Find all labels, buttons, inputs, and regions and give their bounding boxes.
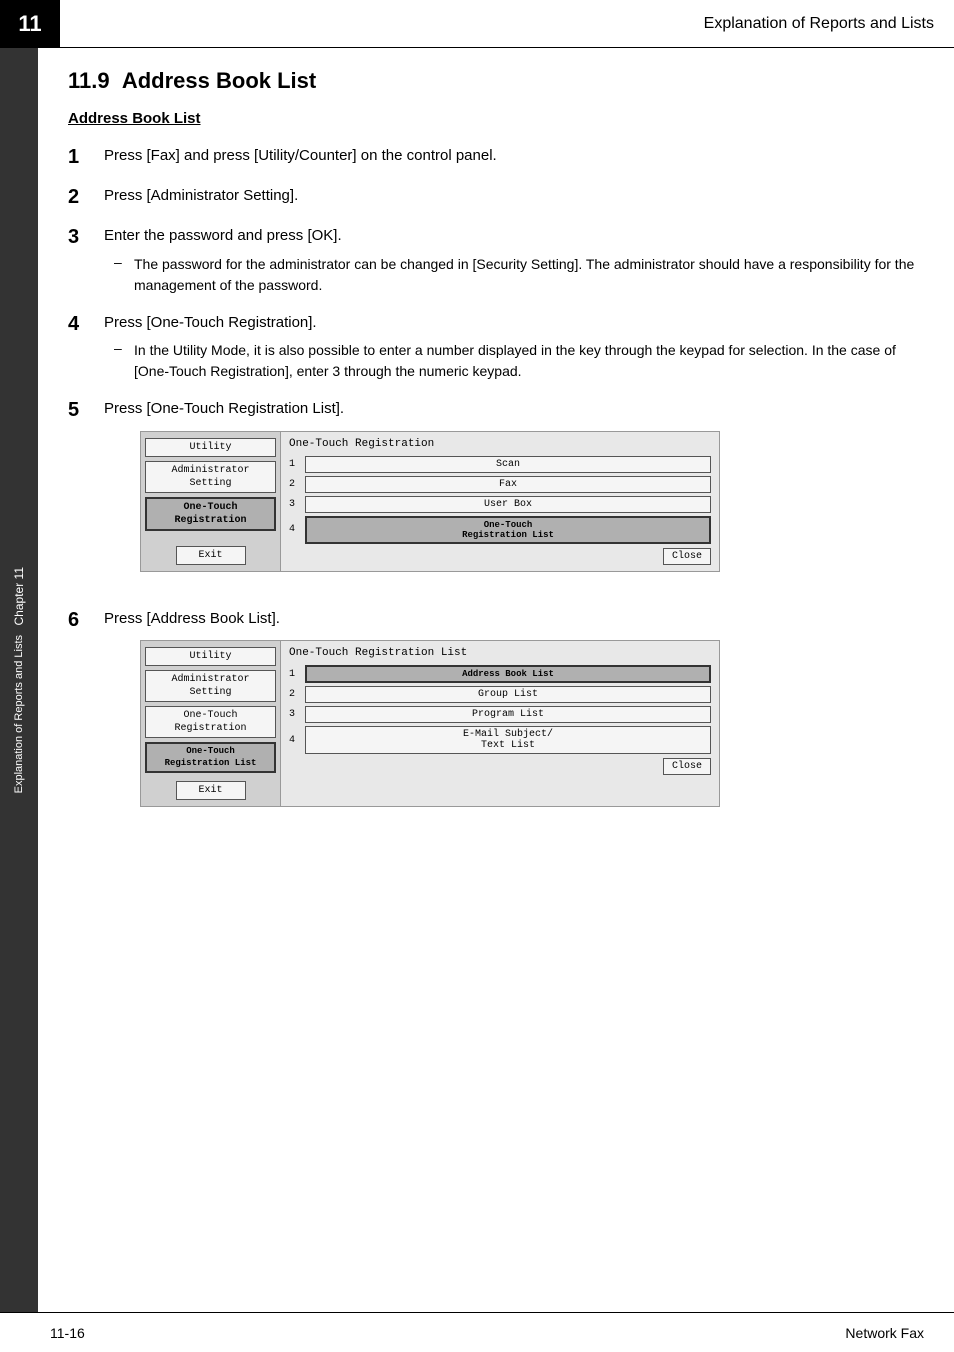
screen1-item-num-1: 1 [289,459,305,470]
screen1-item-label-2[interactable]: Fax [305,476,711,493]
footer-page-number: 11-16 [50,1325,85,1341]
screen2-item-label-4[interactable]: E-Mail Subject/Text List [305,726,711,754]
screen2-right-title: One-Touch Registration List [289,647,711,659]
step-4: 4 Press [One-Touch Registration]. – In t… [68,312,924,383]
screen1-item-num-3: 3 [289,499,305,510]
step-content-1: Press [Fax] and press [Utility/Counter] … [104,145,924,168]
screen2-item-num-4: 4 [289,735,305,746]
screen-mockup-1: Utility AdministratorSetting One-TouchRe… [140,431,720,572]
step-note-3: – The password for the administrator can… [104,254,924,296]
step-note-4: – In the Utility Mode, it is also possib… [104,340,924,382]
screen1-menu-item-3[interactable]: 3 User Box [289,496,711,513]
sidebar-section-label: Explanation of Reports and Lists [13,635,25,793]
step-number-4: 4 [68,312,104,336]
sidebar: Chapter 11 Explanation of Reports and Li… [0,48,38,1312]
screen1-item-label-1[interactable]: Scan [305,456,711,473]
screen2-item-label-1[interactable]: Address Book List [305,665,711,683]
screen1-menu-item-1[interactable]: 1 Scan [289,456,711,473]
screen2-btn-onetouchlist[interactable]: One-TouchRegistration List [145,742,276,773]
screen1-exit-btn[interactable]: Exit [176,546,246,565]
screen2-close-btn[interactable]: Close [663,758,711,775]
step-2: 2 Press [Administrator Setting]. [68,185,924,209]
screen2-item-num-2: 2 [289,689,305,700]
page-header: 11 Explanation of Reports and Lists [0,0,954,48]
step-content-6: Press [Address Book List]. Utility Admin… [104,608,924,828]
screen1-right-panel: One-Touch Registration 1 Scan 2 Fax 3 Us… [281,432,719,571]
step-text-5: Press [One-Touch Registration List]. [104,398,924,421]
step-note-text-4: In the Utility Mode, it is also possible… [134,340,924,382]
screen2-item-label-2[interactable]: Group List [305,686,711,703]
screen1-right-title: One-Touch Registration [289,438,711,450]
screen1-item-num-2: 2 [289,479,305,490]
screen2-right-panel: One-Touch Registration List 1 Address Bo… [281,641,719,806]
step-text-4: Press [One-Touch Registration]. [104,312,924,335]
step-5: 5 Press [One-Touch Registration List]. U… [68,398,924,592]
screen2-left-panel: Utility AdministratorSetting One-TouchRe… [141,641,281,806]
chapter-number: 11 [0,0,60,48]
screen2-btn-admin[interactable]: AdministratorSetting [145,670,276,702]
section-subheading: Address Book List [68,110,924,127]
step-number-3: 3 [68,225,104,249]
sidebar-chapter-label: Chapter 11 [12,567,26,625]
step-content-2: Press [Administrator Setting]. [104,185,924,208]
main-content: 11.9 Address Book List Address Book List… [38,48,954,863]
screen2-btn-utility[interactable]: Utility [145,647,276,666]
step-number-2: 2 [68,185,104,209]
screen2-item-num-3: 3 [289,709,305,720]
screen1-item-label-3[interactable]: User Box [305,496,711,513]
step-text-2: Press [Administrator Setting]. [104,185,924,208]
screen2-exit-btn[interactable]: Exit [176,781,246,800]
step-content-3: Enter the password and press [OK]. – The… [104,225,924,296]
screen2-close-row: Close [289,758,711,775]
header-title: Explanation of Reports and Lists [60,0,954,47]
screen1-item-label-4[interactable]: One-TouchRegistration List [305,516,711,544]
step-number-5: 5 [68,398,104,422]
screen1-close-btn[interactable]: Close [663,548,711,565]
dash-4: – [114,340,134,382]
step-content-5: Press [One-Touch Registration List]. Uti… [104,398,924,592]
screen-mockup-2: Utility AdministratorSetting One-TouchRe… [140,640,720,807]
section-heading: 11.9 Address Book List [68,68,924,94]
screen1-left-panel: Utility AdministratorSetting One-TouchRe… [141,432,281,571]
step-number-1: 1 [68,145,104,169]
screen1-btn-onetouch[interactable]: One-TouchRegistration [145,497,276,531]
screen2-menu-item-4[interactable]: 4 E-Mail Subject/Text List [289,726,711,754]
screen1-btn-utility[interactable]: Utility [145,438,276,457]
footer-section-title: Network Fax [845,1325,924,1341]
screen1-item-num-4: 4 [289,524,305,535]
step-text-6: Press [Address Book List]. [104,608,924,631]
screen2-item-num-1: 1 [289,669,305,680]
screen1-menu-item-2[interactable]: 2 Fax [289,476,711,493]
screen2-menu-item-1[interactable]: 1 Address Book List [289,665,711,683]
screen1-menu-item-4[interactable]: 4 One-TouchRegistration List [289,516,711,544]
screen2-menu-item-2[interactable]: 2 Group List [289,686,711,703]
step-content-4: Press [One-Touch Registration]. – In the… [104,312,924,383]
step-text-1: Press [Fax] and press [Utility/Counter] … [104,145,924,168]
dash-3: – [114,254,134,296]
page-footer: 11-16 Network Fax [0,1312,954,1352]
screen2-btn-onetouch[interactable]: One-TouchRegistration [145,706,276,738]
step-text-3: Enter the password and press [OK]. [104,225,924,248]
step-note-text-3: The password for the administrator can b… [134,254,924,296]
screen1-close-row: Close [289,548,711,565]
step-3: 3 Enter the password and press [OK]. – T… [68,225,924,296]
step-6: 6 Press [Address Book List]. Utility Adm… [68,608,924,828]
screen2-menu-item-3[interactable]: 3 Program List [289,706,711,723]
screen1-btn-admin[interactable]: AdministratorSetting [145,461,276,493]
step-1: 1 Press [Fax] and press [Utility/Counter… [68,145,924,169]
screen2-item-label-3[interactable]: Program List [305,706,711,723]
step-number-6: 6 [68,608,104,632]
